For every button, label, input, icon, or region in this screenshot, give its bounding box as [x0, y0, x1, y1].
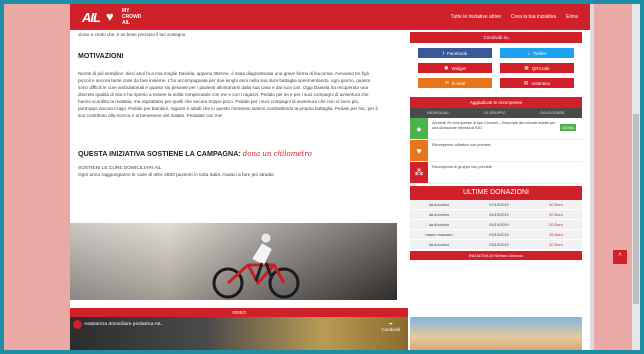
ultime-donazioni-title: ULTIME DONAZIONI	[410, 186, 582, 200]
video-share-label: Condividi	[381, 327, 400, 332]
donations-table: da Anonimo 07/10/2019 40 Euro da Anonimo…	[410, 200, 582, 250]
donor-name: da Anonimo	[428, 202, 450, 207]
logo-mark: AIL	[82, 9, 101, 25]
widget-label: Widget	[451, 65, 466, 71]
campaign-title: QUESTA INIZIATIVA SOSTIENE LA CAMPAGNA: …	[78, 149, 398, 158]
iniziativa-photo	[410, 317, 582, 354]
campaign-name[interactable]: dona un chilometro	[243, 150, 312, 158]
heart-icon: ♥	[410, 140, 428, 161]
nav-create-initiative[interactable]: Crea la tua iniziativa	[511, 14, 556, 20]
donation-amount: 25 Euro	[549, 232, 563, 237]
widget-icon: ▣	[444, 65, 449, 70]
twitter-icon: ♪	[527, 50, 530, 56]
campaign-title-text: QUESTA INIZIATIVA SOSTIENE LA CAMPAGNA:	[78, 149, 241, 158]
motivazioni-text: Niente di più semplice: dieci anni fa a …	[78, 71, 378, 118]
user-icon: ●	[410, 118, 428, 139]
scrollbar-thumb[interactable]	[633, 114, 639, 304]
donation-date: 07/10/2019	[489, 202, 509, 207]
campaign-line-2: Ogni anno raggiungiamo le case di oltre …	[78, 173, 274, 178]
table-row: da Anonimo 03/10/2019 20 Euro	[410, 240, 582, 250]
donation-amount: 20 Euro	[549, 212, 563, 217]
donation-date: 04/10/2019	[489, 222, 509, 227]
donation-date: 03/10/2019	[489, 242, 509, 247]
campaign-description: SOSTIENI LE CURE DOMICILIARI AIL Ogni an…	[78, 165, 398, 179]
tab-individuali[interactable]: INDIVIDUALI	[427, 111, 449, 115]
donation-amount: 20 Euro	[549, 242, 563, 247]
logo[interactable]: AIL MY CROWD AIL	[82, 8, 141, 26]
facebook-button[interactable]: f Facebook	[418, 48, 492, 58]
campaign-line-1: SOSTIENI LE CURE DOMICILIARI AIL	[78, 166, 162, 171]
table-row: da Anonimo 04/10/2019 20 Euro	[410, 210, 582, 220]
page-content: vicino e credo che, è un bene prezioso i…	[70, 30, 590, 354]
donation-date: 04/10/2019	[489, 212, 509, 217]
reward-3-text: Ricompense di gruppo non previste	[432, 165, 492, 169]
previous-text: vicino e credo che, è un bene prezioso i…	[78, 32, 186, 37]
channel-avatar	[73, 320, 82, 329]
reward-row-2: ♥ Ricompense collettive non previste	[410, 140, 582, 162]
campaign-photo	[70, 223, 397, 300]
cyclist-image	[212, 232, 300, 299]
iniziativa-bar: INIZIATIVA DI Stefano Antonio	[410, 251, 582, 260]
email-button[interactable]: ✉ E-mail	[418, 78, 492, 88]
widget-button[interactable]: ▣ Widget	[418, 63, 492, 73]
top-header: AIL MY CROWD AIL Tutte le iniziative att…	[70, 4, 590, 30]
volantino-button[interactable]: ▤ Volantino	[500, 78, 574, 88]
share-buttons: f Facebook ♪ Twitter ▣ Widget ▦ QRCode ✉…	[410, 43, 582, 93]
share-title: Condividi su	[410, 32, 582, 43]
video-share-button[interactable]: ➦ Condividi	[381, 321, 400, 332]
donor-name: da Anonimo	[428, 222, 450, 227]
group-icon: ⁂	[410, 162, 428, 183]
main-column: vicino e credo che, è un bene prezioso i…	[78, 30, 398, 179]
donor-name: da Anonimo	[428, 242, 450, 247]
sidebar: Condividi su f Facebook ♪ Twitter ▣ Widg…	[410, 32, 582, 260]
table-row: mauro massaro 03/10/2019 25 Euro	[410, 230, 582, 240]
reward-1-text: Aumenti 20 ricompense di tipo Cruciani –…	[432, 121, 556, 130]
video-bar: VIDEO	[70, 308, 408, 317]
facebook-icon: f	[442, 50, 445, 56]
scroll-top-button[interactable]: ^	[613, 250, 627, 264]
tab-da-leggere[interactable]: DA LEGGERE	[540, 111, 564, 115]
flyer-icon: ▤	[523, 80, 529, 85]
main-nav: Tutte le iniziative attive Crea la tua i…	[451, 14, 578, 20]
background-left	[0, 0, 70, 354]
nav-login[interactable]: Entra	[566, 14, 578, 20]
donation-amount: 40 Euro	[549, 202, 563, 207]
video-title[interactable]: Assistenza domiciliare pediatrica AIL	[84, 322, 162, 327]
email-icon: ✉	[445, 80, 449, 85]
reward-row-3: ⁂ Ricompense di gruppo non previste	[410, 162, 582, 184]
twitter-button[interactable]: ♪ Twitter	[500, 48, 574, 58]
logo-text-ail: AIL	[121, 20, 131, 26]
logo-text: MY CROWD AIL	[122, 8, 141, 26]
donor-name: mauro massaro	[425, 232, 453, 237]
qrcode-label: QRCode	[531, 65, 550, 71]
motivazioni-title: MOTIVAZIONI	[78, 53, 124, 60]
table-row: da Anonimo 07/10/2019 40 Euro	[410, 200, 582, 210]
rewards-title: Aggiudicati le ricompense	[410, 97, 582, 108]
reward-row-1: ● Aumenti 20 ricompense di tipo Cruciani…	[410, 118, 582, 140]
video-player[interactable]: Assistenza domiciliare pediatrica AIL ➦ …	[70, 317, 408, 354]
scrollbar[interactable]	[632, 4, 640, 350]
heart-icon	[106, 9, 118, 24]
tab-di-gruppo[interactable]: DI GRUPPO	[484, 111, 505, 115]
volantino-label: Volantino	[531, 80, 551, 86]
donor-name: da Anonimo	[428, 212, 450, 217]
table-row: da Anonimo 04/10/2019 20 Euro	[410, 220, 582, 230]
email-label: E-mail	[451, 80, 465, 86]
reward-2-text: Ricompense collettive non previste	[432, 143, 491, 147]
qrcode-button[interactable]: ▦ QRCode	[500, 63, 574, 73]
reward-tabs: INDIVIDUALI DI GRUPPO DA LEGGERE	[410, 108, 582, 118]
qrcode-icon: ▦	[524, 65, 529, 70]
donation-date: 03/10/2019	[489, 232, 509, 237]
facebook-label: Facebook	[447, 50, 468, 56]
twitter-label: Twitter	[532, 50, 547, 56]
share-icon: ➦	[388, 321, 393, 326]
nav-all-initiatives[interactable]: Tutte le iniziative attive	[451, 14, 501, 20]
donation-amount: 20 Euro	[549, 222, 563, 227]
dona-button[interactable]: DONA	[560, 124, 576, 131]
